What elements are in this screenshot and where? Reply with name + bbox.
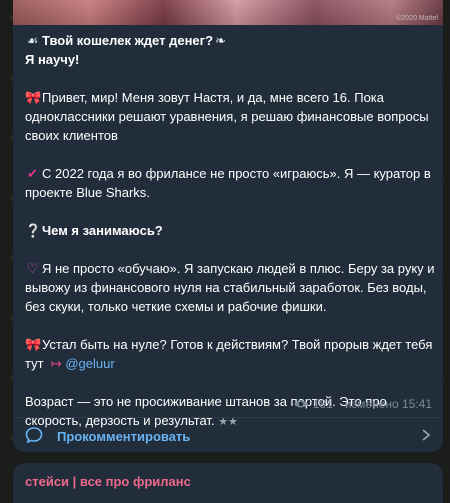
wing-icon: ❧ <box>215 33 226 48</box>
next-post: стейси | все про фриланс <box>13 463 443 503</box>
comment-label: Прокомментировать <box>57 429 191 444</box>
comment-icon <box>25 427 43 444</box>
channel-post: ©2020 Mattel ☙ Твой кошелек ждет денег? ❧ … <box>13 0 443 452</box>
heart-icon: ♡ <box>26 261 39 276</box>
arrow-icon: ↦ <box>47 356 66 371</box>
ribbon-icon: 🎀 <box>25 90 42 105</box>
check-icon: ✔ <box>27 166 38 181</box>
post-photo[interactable]: ©2020 Mattel <box>13 0 443 25</box>
comment-button[interactable]: Прокомментировать <box>13 418 443 452</box>
paragraph-intro: Привет, мир! Меня зовут Настя, и да, мне… <box>25 90 429 143</box>
view-count: 181 <box>312 397 333 411</box>
paragraph-freelance: С 2022 года я во фрилансе не просто «игр… <box>25 166 431 200</box>
wing-icon: ☙ <box>26 33 39 48</box>
paragraph-what-i-do: Чем я занимаюсь? <box>42 223 163 238</box>
paragraph-approach: Я не просто «обучаю». Я запускаю людей в… <box>25 261 435 314</box>
post-text: ☙ Твой кошелек ждет денег? ❧ Я научу! 🎀При… <box>25 31 435 432</box>
headline-1: Твой кошелек ждет денег? <box>42 33 214 48</box>
photo-credit: ©2020 Mattel <box>396 15 438 22</box>
eye-icon <box>293 400 308 408</box>
question-icon: ❔ <box>25 223 42 238</box>
channel-title[interactable]: стейси | все про фриланс <box>25 474 191 489</box>
headline-2: Я научу! <box>25 52 80 67</box>
ribbon-icon: 🎀 <box>25 337 42 352</box>
post-meta: 181 изменено 15:41 <box>293 397 432 411</box>
mention-link[interactable]: @geluur <box>65 356 114 371</box>
chevron-right-icon <box>422 429 431 441</box>
edited-time: изменено 15:41 <box>344 397 432 411</box>
